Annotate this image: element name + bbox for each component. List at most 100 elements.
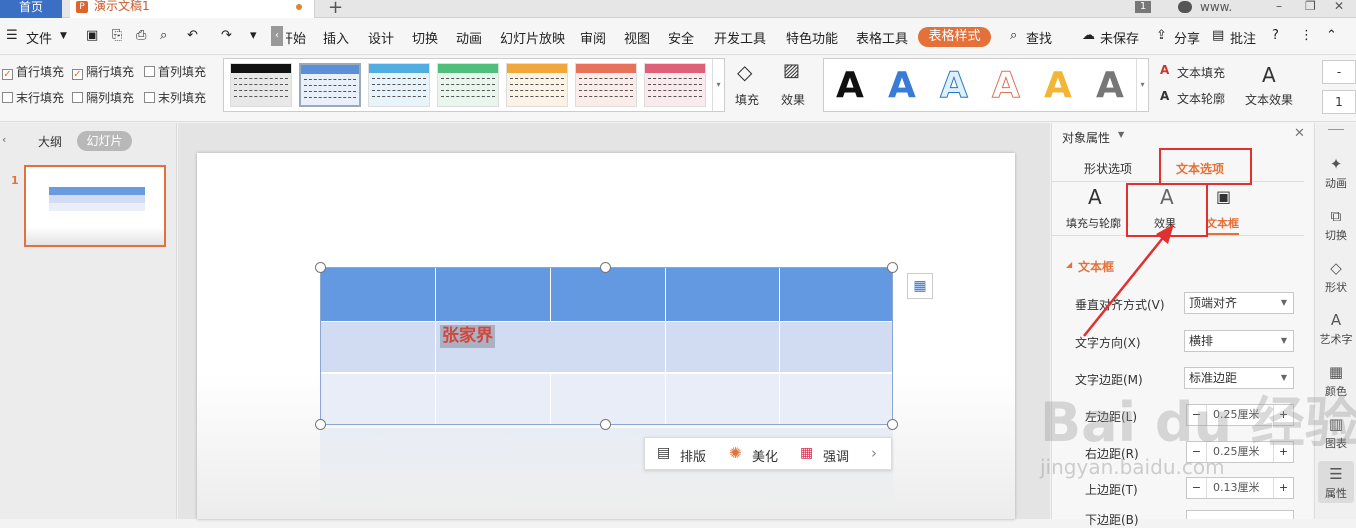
menu-table-style[interactable]: 表格样式 — [918, 27, 991, 47]
cloud-icon[interactable]: ☁ — [1082, 28, 1095, 43]
resize-handle[interactable] — [315, 262, 326, 273]
panel-title[interactable]: 对象属性 — [1062, 129, 1110, 146]
scroll-left-button[interactable]: ‹ — [271, 26, 283, 46]
top-margin-value[interactable]: 0.13厘米 — [1213, 478, 1260, 498]
print-icon[interactable]: ⎙ — [136, 28, 146, 43]
font-size-input[interactable]: 1 — [1322, 90, 1356, 114]
resize-handle[interactable] — [600, 419, 611, 430]
checkbox-first-row[interactable]: ✓ 首行填充 — [2, 63, 64, 80]
wordart-style[interactable]: A — [1096, 65, 1124, 106]
resize-handle[interactable] — [315, 419, 326, 430]
bottom-margin-stepper[interactable] — [1186, 510, 1294, 519]
sidebar-item-wordart[interactable]: A 艺术字 — [1315, 311, 1356, 347]
menu-slideshow[interactable]: 幻灯片放映 — [500, 28, 565, 47]
beautify-icon[interactable]: ✺ — [729, 444, 742, 462]
checkbox-last-row[interactable]: 末行填充 — [2, 89, 64, 106]
menu-table-tools[interactable]: 表格工具 — [856, 28, 908, 47]
table-style-swatch[interactable] — [575, 63, 637, 107]
emphasis-icon[interactable]: ▦ — [800, 445, 813, 461]
undo-icon[interactable]: ↶ — [187, 28, 198, 43]
menu-animation[interactable]: 动画 — [456, 28, 482, 47]
resize-handle[interactable] — [887, 262, 898, 273]
share-icon[interactable]: ⇪ — [1156, 28, 1167, 43]
checkbox-last-column[interactable]: 末列填充 — [144, 89, 206, 106]
menu-search[interactable]: 查找 — [1026, 28, 1052, 47]
menu-start[interactable]: 开始 — [286, 28, 306, 47]
menu-insert[interactable]: 插入 — [323, 28, 349, 47]
text-effect-icon[interactable]: A — [1262, 63, 1276, 87]
table-cell[interactable] — [666, 374, 780, 424]
text-fill-button[interactable]: 文本填充 — [1177, 64, 1225, 81]
emphasis-button[interactable]: 强调 — [823, 446, 849, 465]
slide-thumbnail[interactable] — [24, 165, 166, 247]
table-header-cell[interactable] — [321, 268, 436, 321]
menu-design[interactable]: 设计 — [368, 28, 394, 47]
decrement-button[interactable]: − — [1187, 478, 1207, 498]
wordart-style[interactable]: A — [836, 65, 864, 106]
table-style-swatch[interactable] — [506, 63, 568, 107]
text-outline-icon[interactable]: A — [1160, 89, 1169, 103]
table-cell[interactable] — [321, 374, 436, 424]
comment-icon[interactable]: ▤ — [1212, 28, 1224, 43]
resize-handle[interactable] — [887, 419, 898, 430]
menu-developer[interactable]: 开发工具 — [714, 28, 766, 47]
beautify-button[interactable]: 美化 — [752, 446, 778, 465]
table-grid-icon[interactable]: ▦ — [907, 273, 933, 299]
layout-icon[interactable]: ▤ — [657, 445, 670, 461]
wordart-style[interactable]: A — [940, 65, 969, 107]
effect-image-icon[interactable]: ▨ — [783, 60, 800, 81]
menu-security[interactable]: 安全 — [668, 28, 694, 47]
menu-review[interactable]: 审阅 — [580, 28, 606, 47]
table-header-cell[interactable] — [780, 268, 892, 321]
collapse-panel-icon[interactable]: ‹ — [2, 133, 6, 146]
more-icon[interactable]: ▾ — [250, 28, 257, 43]
tab-home[interactable]: 首页 — [0, 0, 62, 18]
table-cell-merged[interactable]: 张家界 — [436, 322, 666, 373]
new-tab-button[interactable]: + — [328, 0, 343, 18]
fill-outline-icon[interactable]: A — [1088, 185, 1102, 209]
wordart-style[interactable]: A — [888, 65, 916, 106]
more-options-icon[interactable]: ⋮ — [1300, 28, 1313, 43]
font-size-decrease-button[interactable]: - — [1322, 60, 1356, 84]
text-direction-select[interactable]: 横排 ▼ — [1184, 330, 1294, 352]
save-icon[interactable]: ▣ — [86, 28, 98, 43]
top-margin-stepper[interactable]: −0.13厘米 + — [1186, 477, 1294, 499]
wordart-expand-icon[interactable]: ▾ — [1136, 59, 1148, 111]
checkbox-banded-columns[interactable]: 隔列填充 — [72, 89, 134, 106]
table-style-swatch[interactable] — [368, 63, 430, 107]
menu-special[interactable]: 特色功能 — [786, 28, 838, 47]
menu-file[interactable]: 文件 — [26, 28, 52, 47]
tab-slides[interactable]: 幻灯片 — [77, 131, 132, 151]
checkbox-first-column[interactable]: 首列填充 — [144, 63, 206, 80]
text-outline-button[interactable]: 文本轮廓 — [1177, 90, 1225, 107]
vertical-align-select[interactable]: 顶端对齐 ▼ — [1184, 292, 1294, 314]
effect-button[interactable]: 效果 — [781, 91, 805, 108]
close-window-icon[interactable]: ✕ — [1334, 0, 1344, 18]
avatar[interactable] — [1178, 1, 1192, 13]
print-preview-icon[interactable]: ⌕ — [160, 28, 167, 43]
tab-shape-options[interactable]: 形状选项 — [1084, 160, 1132, 177]
wordart-style[interactable]: A — [1044, 65, 1072, 106]
table-cell[interactable] — [780, 374, 892, 424]
table-cell-text[interactable]: 张家界 — [440, 325, 495, 348]
layout-button[interactable]: 排版 — [680, 446, 706, 465]
text-fill-icon[interactable]: A — [1160, 63, 1169, 77]
chevron-right-icon[interactable]: › — [871, 444, 877, 462]
tab-document[interactable]: P 演示文稿1 — [70, 0, 315, 18]
collapse-ribbon-icon[interactable]: ⌃ — [1326, 28, 1337, 43]
resize-handle[interactable] — [600, 262, 611, 273]
table-style-swatch[interactable] — [230, 63, 292, 107]
table-style-swatch[interactable] — [644, 63, 706, 107]
help-icon[interactable]: ? — [1272, 28, 1279, 43]
table-header-cell[interactable] — [436, 268, 551, 321]
checkbox-banded-rows[interactable]: ✓ 隔行填充 — [72, 63, 134, 80]
hamburger-icon[interactable]: ☰ — [6, 28, 18, 43]
table-cell[interactable] — [780, 322, 892, 373]
file-chevron-icon[interactable]: ▼ — [60, 31, 67, 41]
table-header-cell[interactable] — [666, 268, 780, 321]
share-button[interactable]: 分享 — [1174, 28, 1200, 47]
export-pdf-icon[interactable]: ⎘ — [112, 28, 122, 43]
minimize-icon[interactable]: – — [1276, 0, 1282, 18]
sidebar-item-animation[interactable]: ✦ 动画 — [1315, 155, 1356, 191]
table-cell[interactable] — [436, 374, 551, 424]
